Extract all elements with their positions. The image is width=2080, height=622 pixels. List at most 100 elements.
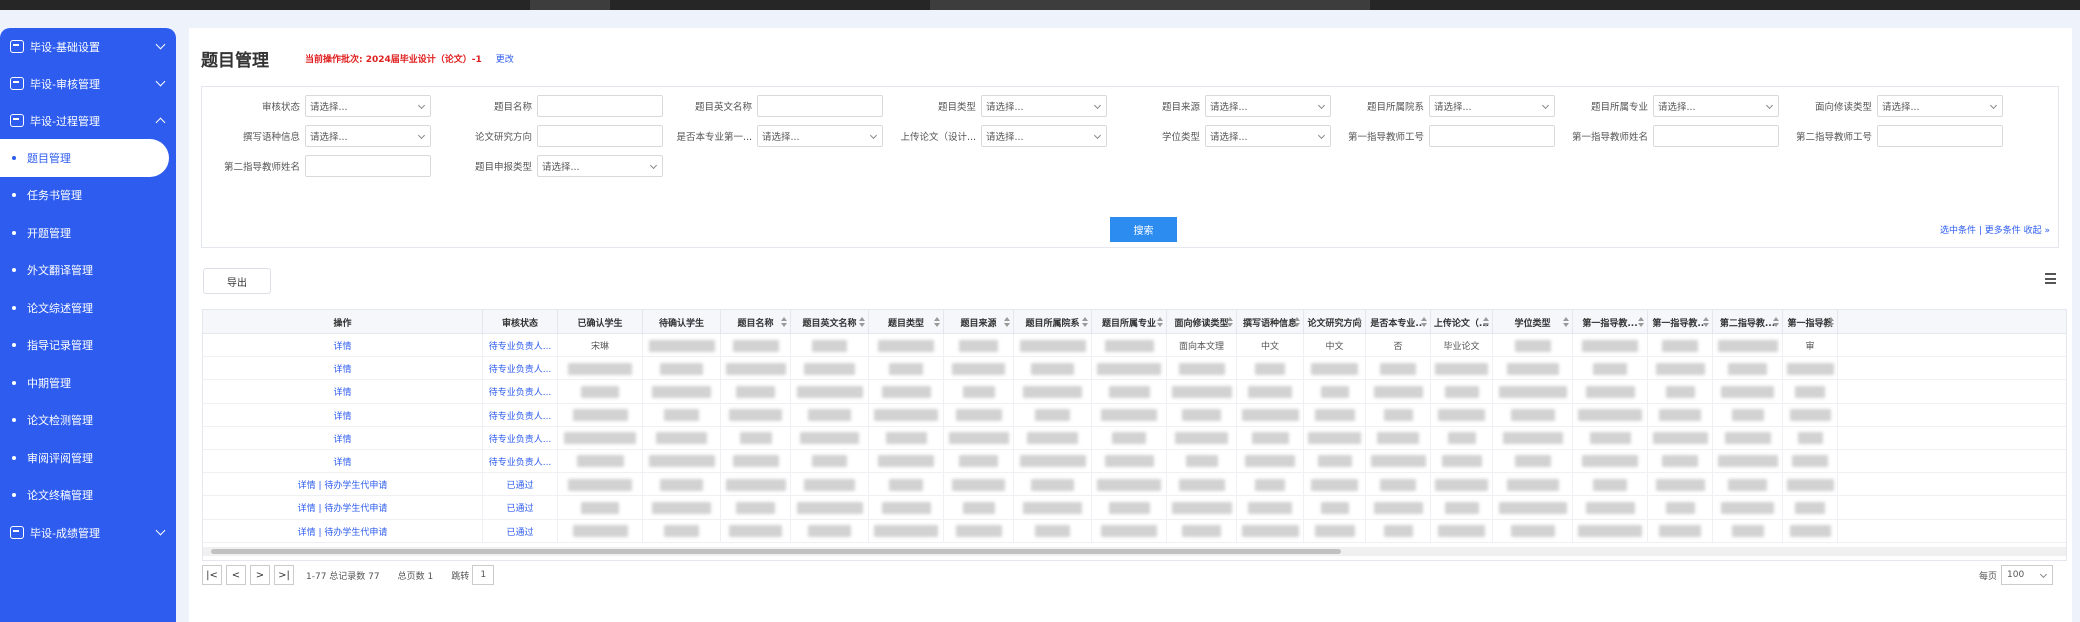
sort-icon[interactable] xyxy=(1227,317,1233,327)
sort-icon[interactable] xyxy=(1082,317,1088,327)
sidebar-item-guidance-records[interactable]: 指导记录管理 xyxy=(0,327,176,365)
column-header[interactable]: 题目来源 xyxy=(944,310,1014,334)
filter-select[interactable]: 请选择... xyxy=(305,95,431,117)
row-action-link[interactable]: 详情 xyxy=(333,362,351,375)
status-badge[interactable]: 已通过 xyxy=(506,525,533,538)
sort-icon[interactable] xyxy=(1773,317,1779,327)
search-button[interactable]: 搜索 xyxy=(1110,217,1177,242)
scrollbar-thumb[interactable] xyxy=(211,549,1341,554)
status-badge[interactable]: 待专业负责人... xyxy=(489,432,552,445)
sort-icon[interactable] xyxy=(1421,317,1427,327)
sort-icon[interactable] xyxy=(1483,317,1489,327)
column-header[interactable]: 第一指导教... xyxy=(1648,310,1713,334)
filter-select[interactable]: 请选择... xyxy=(981,95,1107,117)
column-header[interactable]: 是否本专业... xyxy=(1366,310,1431,334)
sort-icon[interactable] xyxy=(1828,317,1834,327)
sort-icon[interactable] xyxy=(1703,317,1709,327)
sidebar-group-grade-management[interactable]: 毕设-成绩管理 xyxy=(0,514,176,551)
filter-input[interactable] xyxy=(537,95,663,117)
filter-select[interactable]: 请选择... xyxy=(305,125,431,147)
sidebar-item-topic-management[interactable]: 题目管理 xyxy=(0,139,169,177)
table-cell xyxy=(869,519,944,543)
filter-input[interactable] xyxy=(1653,125,1779,147)
column-settings-icon[interactable] xyxy=(2045,273,2056,284)
column-header[interactable]: 第二指导教... xyxy=(1713,310,1783,334)
column-header[interactable]: 已确认学生 xyxy=(558,310,643,334)
filter-select[interactable]: 请选择... xyxy=(537,155,663,177)
filter-select[interactable]: 请选择... xyxy=(981,125,1107,147)
column-header[interactable]: 操作 xyxy=(203,310,483,334)
sidebar-item-midterm[interactable]: 中期管理 xyxy=(0,364,176,402)
sort-icon[interactable] xyxy=(1638,317,1644,327)
status-badge[interactable]: 已通过 xyxy=(506,478,533,491)
sidebar-group-process-management[interactable]: 毕设-过程管理 xyxy=(0,102,176,139)
sidebar-item-translation[interactable]: 外文翻译管理 xyxy=(0,252,176,290)
last-page-button[interactable]: >| xyxy=(274,565,294,585)
horizontal-scrollbar[interactable] xyxy=(203,547,2066,556)
column-header[interactable]: 上传论文（... xyxy=(1431,310,1493,334)
page-jump-input[interactable]: 1 xyxy=(472,565,495,585)
column-header[interactable]: 撰写语种信息 xyxy=(1237,310,1304,334)
column-header[interactable]: 题目所属院系 xyxy=(1014,310,1092,334)
row-action-link[interactable]: 详情 | 待办学生代申请 xyxy=(298,478,388,491)
prev-page-button[interactable]: < xyxy=(226,565,246,585)
column-header[interactable]: 学位类型 xyxy=(1493,310,1573,334)
column-header[interactable]: 题目英文名称 xyxy=(791,310,869,334)
filter-input[interactable] xyxy=(537,125,663,147)
sidebar-item-plagiarism-check[interactable]: 论文检测管理 xyxy=(0,402,176,440)
sidebar-group-review-management[interactable]: 毕设-审核管理 xyxy=(0,65,176,102)
sidebar-item-task-book[interactable]: 任务书管理 xyxy=(0,177,176,215)
sort-icon[interactable] xyxy=(1294,317,1300,327)
sort-icon[interactable] xyxy=(1004,317,1010,327)
status-badge[interactable]: 待专业负责人... xyxy=(489,409,552,422)
filter-select[interactable]: 请选择... xyxy=(1877,95,2003,117)
column-header[interactable]: 论文研究方向 xyxy=(1304,310,1366,334)
column-header[interactable]: 待确认学生 xyxy=(643,310,721,334)
sort-icon[interactable] xyxy=(934,317,940,327)
column-header[interactable]: 审核状态 xyxy=(483,310,558,334)
column-header[interactable]: 题目名称 xyxy=(721,310,791,334)
first-page-button[interactable]: |< xyxy=(202,565,222,585)
sort-icon[interactable] xyxy=(1157,317,1163,327)
column-header[interactable]: 题目类型 xyxy=(869,310,944,334)
column-header[interactable]: 第一指导教 xyxy=(1783,310,1838,334)
next-page-button[interactable]: > xyxy=(250,565,270,585)
sidebar-item-proposal[interactable]: 开题管理 xyxy=(0,214,176,252)
filter-input[interactable] xyxy=(757,95,883,117)
sort-icon[interactable] xyxy=(1356,317,1362,327)
row-action-link[interactable]: 详情 xyxy=(333,409,351,422)
column-header[interactable]: 第一指导教... xyxy=(1573,310,1648,334)
sidebar-item-review[interactable]: 论文综述管理 xyxy=(0,289,176,327)
status-badge[interactable]: 待专业负责人... xyxy=(489,339,552,352)
row-action-link[interactable]: 详情 | 待办学生代申请 xyxy=(298,501,388,514)
export-button[interactable]: 导出 xyxy=(203,268,271,294)
filter-input[interactable] xyxy=(305,155,431,177)
sidebar-item-final-draft[interactable]: 论文终稿管理 xyxy=(0,477,176,515)
status-badge[interactable]: 待专业负责人... xyxy=(489,385,552,398)
filter-select[interactable]: 请选择... xyxy=(757,125,883,147)
sort-icon[interactable] xyxy=(781,317,787,327)
sort-icon[interactable] xyxy=(1563,317,1569,327)
status-badge[interactable]: 待专业负责人... xyxy=(489,362,552,375)
status-badge[interactable]: 已通过 xyxy=(506,501,533,514)
sort-icon[interactable] xyxy=(859,317,865,327)
per-page-select[interactable]: 100 xyxy=(2001,565,2053,585)
filter-select[interactable]: 请选择... xyxy=(1429,95,1555,117)
row-action-link[interactable]: 详情 xyxy=(333,385,351,398)
filter-select[interactable]: 请选择... xyxy=(1653,95,1779,117)
column-header[interactable]: 题目所属专业 xyxy=(1092,310,1167,334)
filter-links[interactable]: 选中条件 | 更多条件 收起 » xyxy=(1940,223,2050,236)
change-batch-link[interactable]: 更改 xyxy=(496,52,514,65)
filter-select[interactable]: 请选择... xyxy=(1205,95,1331,117)
row-action-link[interactable]: 详情 | 待办学生代申请 xyxy=(298,525,388,538)
sidebar-group-basic-settings[interactable]: 毕设-基础设置 xyxy=(0,28,176,65)
filter-input[interactable] xyxy=(1877,125,2003,147)
column-header[interactable]: 面向修读类型 xyxy=(1167,310,1237,334)
status-badge[interactable]: 待专业负责人... xyxy=(489,455,552,468)
row-action-link[interactable]: 详情 xyxy=(333,455,351,468)
sidebar-item-evaluation[interactable]: 审阅评阅管理 xyxy=(0,439,176,477)
row-action-link[interactable]: 详情 xyxy=(333,432,351,445)
filter-select[interactable]: 请选择... xyxy=(1205,125,1331,147)
row-action-link[interactable]: 详情 xyxy=(333,339,351,352)
filter-input[interactable] xyxy=(1429,125,1555,147)
